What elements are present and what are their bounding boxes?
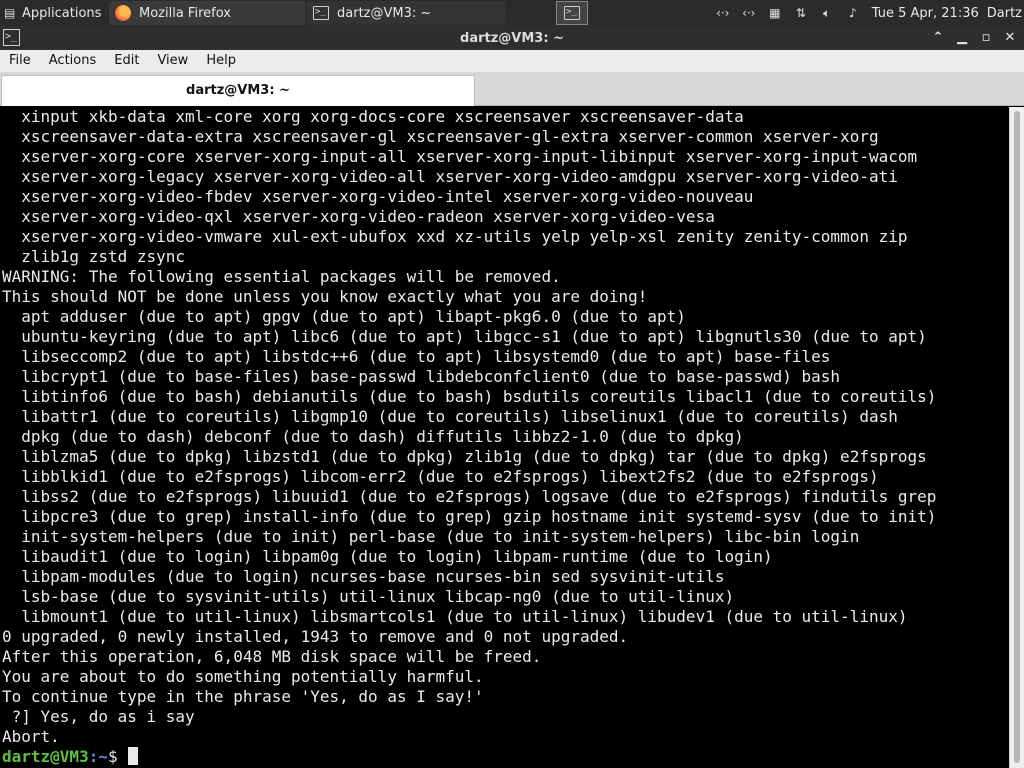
terminal-window-icon[interactable]: >_ (3, 29, 20, 46)
menu-help[interactable]: Help (197, 50, 245, 72)
close-window-button[interactable]: ✕ (1000, 28, 1020, 48)
terminal-line: libseccomp2 (due to apt) libstdc++6 (due… (2, 347, 831, 366)
terminal-line: libpcre3 (due to grep) install-info (due… (2, 507, 937, 526)
window-controls: ⌃ ▁ ▫ ✕ (928, 28, 1020, 48)
prompt-symbol: $ (107, 747, 118, 766)
terminal-icon: >_ (564, 6, 580, 20)
terminal-line: This should NOT be done unless you know … (2, 287, 648, 306)
menubar: File Actions Edit View Help (0, 50, 1024, 72)
terminal-line: xinput xkb-data xml-core xorg xorg-docs-… (2, 107, 744, 126)
terminal-line: dpkg (due to dash) debconf (due to dash)… (2, 427, 744, 446)
terminal-line: liblzma5 (due to dpkg) libzstd1 (due to … (2, 447, 927, 466)
terminal-line: libattr1 (due to coreutils) libgmp10 (du… (2, 407, 898, 426)
terminal-line: libblkid1 (due to e2fsprogs) libcom-err2… (2, 467, 879, 486)
user-menu[interactable]: Dartz (987, 6, 1024, 21)
terminal-line: To continue type in the phrase 'Yes, do … (2, 687, 484, 706)
taskbar-item-firefox[interactable]: Mozilla Firefox (109, 1, 305, 25)
prompt-user: dartz@VM3 (2, 747, 89, 766)
keyboard-icon[interactable]: ▦ (762, 6, 788, 20)
firefox-icon (115, 5, 131, 21)
window-title: dartz@VM3: ~ (460, 30, 564, 46)
terminal-line: libaudit1 (due to login) libpam0g (due t… (2, 547, 773, 566)
minimize-window-button[interactable]: ▁ (952, 28, 972, 48)
terminal-line: init-system-helpers (due to init) perl-b… (2, 527, 860, 546)
taskbar-item-label: dartz@VM3: ~ (337, 5, 432, 21)
terminal-line: zlib1g zstd zsync (2, 247, 186, 266)
network-icon[interactable]: ‹·› (710, 6, 736, 20)
maximize-window-button[interactable]: ▫ (976, 28, 996, 48)
text-cursor (127, 747, 138, 765)
terminal-text: xinput xkb-data xml-core xorg xorg-docs-… (2, 107, 1009, 747)
terminal-tab[interactable]: dartz@VM3: ~ (1, 75, 475, 106)
top-panel: ▤ Applications Mozilla Firefox >_ dartz@… (0, 0, 1024, 26)
collapse-window-button[interactable]: ⌃ (928, 28, 948, 48)
taskbar-item-label: Mozilla Firefox (139, 5, 231, 21)
terminal-line: 0 upgraded, 0 newly installed, 1943 to r… (2, 627, 629, 646)
menu-actions[interactable]: Actions (40, 50, 106, 72)
terminal-line: xserver-xorg-video-vmware xul-ext-ubufox… (2, 227, 908, 246)
menu-edit[interactable]: Edit (105, 50, 148, 72)
terminal-line: lsb-base (due to sysvinit-utils) util-li… (2, 587, 735, 606)
terminal-line: libmount1 (due to util-linux) libsmartco… (2, 607, 908, 626)
system-tray: ‹·› ‹·› ▦ ⇅ 🔈︎ ♪ Tue 5 Apr, 21:36 Dartz (710, 0, 1024, 26)
notification-bell-icon[interactable]: ♪ (840, 6, 866, 20)
scrollbar-thumb[interactable] (1014, 111, 1020, 763)
taskbar-item-terminal[interactable]: >_ dartz@VM3: ~ (307, 1, 505, 25)
terminal-line: libss2 (due to e2fsprogs) libuuid1 (due … (2, 487, 937, 506)
terminal-line: After this operation, 6,048 MB disk spac… (2, 647, 542, 666)
terminal-line: xserver-xorg-video-qxl xserver-xorg-vide… (2, 207, 715, 226)
terminal-output[interactable]: xinput xkb-data xml-core xorg xorg-docs-… (0, 107, 1009, 768)
menu-view[interactable]: View (148, 50, 197, 72)
network-transfer-icon[interactable]: ⇅ (788, 6, 814, 20)
terminal-line: libtinfo6 (due to bash) debianutils (due… (2, 387, 937, 406)
applications-menu-button[interactable]: ▤ Applications (0, 0, 108, 26)
terminal-line: WARNING: The following essential package… (2, 267, 561, 286)
terminal-line: xserver-xorg-video-fbdev xserver-xorg-vi… (2, 187, 754, 206)
terminal-line: Abort. (2, 727, 60, 746)
prompt-path: :~ (88, 747, 108, 766)
applications-menu-label: Applications (22, 5, 102, 21)
terminal-line: You are about to do something potentiall… (2, 667, 484, 686)
terminal-line: xserver-xorg-core xserver-xorg-input-all… (2, 147, 918, 166)
terminal-line: libpam-modules (due to login) ncurses-ba… (2, 567, 725, 586)
tab-bar: dartz@VM3: ~ (0, 72, 1024, 106)
volume-icon[interactable]: 🔈︎ (814, 6, 840, 21)
terminal-line: xscreensaver-data-extra xscreensaver-gl … (2, 127, 879, 146)
window-titlebar[interactable]: >_ dartz@VM3: ~ ⌃ ▁ ▫ ✕ (0, 26, 1024, 50)
prompt-line: dartz@VM3:~$ (2, 747, 1009, 767)
terminal-line: xserver-xorg-legacy xserver-xorg-video-a… (2, 167, 898, 186)
terminal-icon: >_ (313, 6, 329, 20)
terminal-scrollbar[interactable] (1009, 107, 1024, 768)
terminal-line: ?] Yes, do as i say (2, 707, 195, 726)
menu-file[interactable]: File (0, 50, 40, 72)
terminal-line: apt adduser (due to apt) gpgv (due to ap… (2, 307, 686, 326)
applications-menu-icon: ▤ (4, 6, 16, 20)
terminal-line: libcrypt1 (due to base-files) base-passw… (2, 367, 841, 386)
clock[interactable]: Tue 5 Apr, 21:36 (866, 6, 987, 21)
terminal-line: ubuntu-keyring (due to apt) libc6 (due t… (2, 327, 927, 346)
network-icon[interactable]: ‹·› (736, 6, 762, 20)
workspace-switcher[interactable]: >_ (556, 1, 588, 25)
